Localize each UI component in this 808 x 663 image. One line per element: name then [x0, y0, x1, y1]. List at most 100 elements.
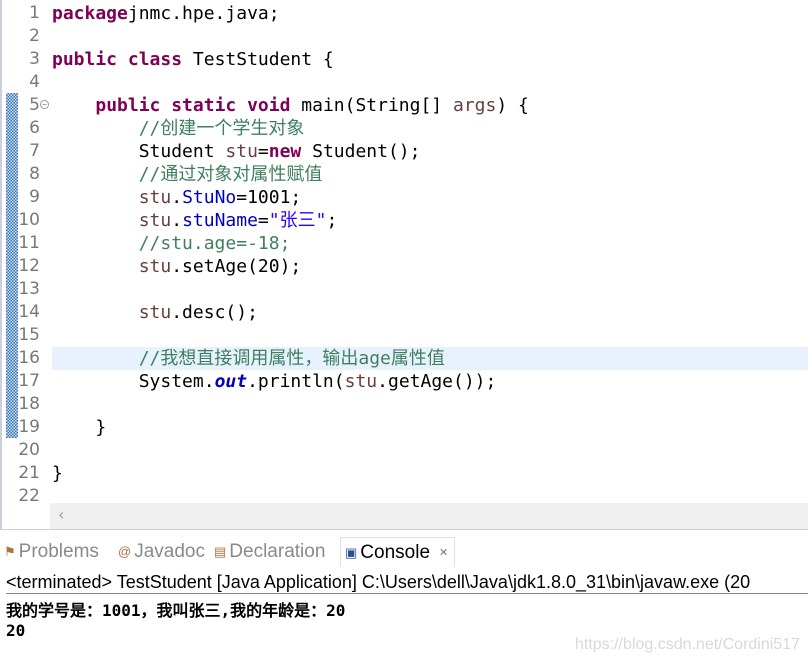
code-token: = [257, 210, 269, 231]
code-editor[interactable]: 1 packagejnmc.hpe.java; 2 3 public class Te… [0, 0, 808, 530]
code-line[interactable]: 11 //stu.age=-18; [2, 232, 808, 255]
code-token: stu [52, 187, 172, 208]
code-token: //stu.age=-18; [52, 233, 291, 254]
code-token: = [257, 141, 269, 162]
code-token: TestStudent { [192, 49, 334, 70]
code-token: public class [52, 49, 193, 70]
line-number: 15 [18, 325, 40, 345]
tab-console[interactable]: ▣ Console ✕ [340, 537, 456, 568]
watermark: https://blog.csdn.net/Cordini517 [574, 636, 800, 653]
code-text: public class TestStudent { [52, 48, 808, 71]
close-icon[interactable]: ✕ [439, 538, 448, 568]
line-number: 20 [18, 440, 40, 460]
code-token: =1001; [236, 187, 302, 208]
code-text: stu.StuNo=1001; [52, 186, 808, 209]
code-token: stuName [182, 210, 258, 231]
code-token: public static void [95, 95, 302, 116]
horizontal-scrollbar[interactable]: ‹ [50, 503, 808, 529]
code-token: StuNo [182, 187, 237, 208]
code-token: .setAge(20); [171, 256, 302, 277]
code-line[interactable]: 7 Student stu=new Student(); [2, 140, 808, 163]
line-number: 4 [29, 72, 40, 92]
code-token: .getAge()); [377, 371, 497, 392]
line-number: 7 [29, 141, 40, 161]
code-line[interactable]: 6 //创建一个学生对象 [2, 117, 808, 140]
code-line[interactable]: 21} [2, 462, 808, 485]
code-line[interactable]: 20 [2, 439, 808, 462]
code-text: //我想直接调用属性，输出age属性值 [52, 347, 808, 370]
console-tab-bar: ⚑ Problems @ Javadoc ▤ Declaration ▣ Console ✕ [0, 537, 808, 567]
tab-label: Javadoc [134, 541, 205, 562]
code-line[interactable]: 14 stu.desc(); [2, 301, 808, 324]
code-line[interactable]: 1 packagejnmc.hpe.java; [2, 2, 808, 25]
code-token: jnmc.hpe.java; [127, 3, 280, 24]
code-token: } [52, 417, 107, 438]
code-token: ; [326, 210, 338, 231]
code-token: stu [225, 141, 258, 162]
code-line[interactable]: 13 [2, 278, 808, 301]
line-number: 6 [29, 118, 40, 138]
code-line[interactable]: 8 //通过对象对属性赋值 [2, 163, 808, 186]
code-line[interactable]: 9 stu.StuNo=1001; [2, 186, 808, 209]
code-token: //我想直接调用属性，输出age属性值 [52, 348, 445, 369]
code-token: //创建一个学生对象 [52, 118, 305, 139]
line-number: 14 [18, 302, 40, 322]
code-line[interactable]: 16 //我想直接调用属性，输出age属性值 [2, 347, 808, 370]
code-text: stu.setAge(20); [52, 255, 808, 278]
line-number: 22 [18, 486, 40, 506]
line-number: 2 [29, 26, 40, 46]
code-token: .desc(); [171, 302, 258, 323]
code-text: stu.stuName="张三"; [52, 209, 808, 232]
code-text: public static void main(String[] args) { [52, 94, 808, 117]
code-line[interactable]: 17 System.out.println(stu.getAge()); [2, 370, 808, 393]
line-number: 21 [18, 463, 40, 483]
console-output-line: 20 [6, 621, 26, 640]
tab-label: Problems [18, 541, 99, 562]
code-token: } [52, 463, 63, 484]
code-line[interactable]: 18 [2, 393, 808, 416]
code-text: //通过对象对属性赋值 [52, 163, 808, 186]
code-token: System. [52, 371, 215, 392]
tab-declaration[interactable]: ▤ Declaration [214, 537, 325, 567]
code-line[interactable]: 2 [2, 25, 808, 48]
code-token: new [268, 141, 302, 162]
tab-problems[interactable]: ⚑ Problems [4, 537, 99, 567]
line-number: 3 [29, 49, 40, 69]
line-number: 11 [18, 233, 40, 253]
code-text: System.out.println(stu.getAge()); [52, 370, 808, 393]
fold-toggle-icon[interactable]: − [40, 100, 49, 109]
code-line[interactable]: 15 [2, 324, 808, 347]
code-token: ) { [496, 95, 529, 116]
tab-label: Declaration [229, 541, 326, 562]
code-token: stu [52, 210, 172, 231]
tab-label: Console [360, 541, 431, 563]
scroll-left-icon[interactable]: ‹ [58, 505, 64, 524]
code-token: stu [52, 256, 172, 277]
code-token: .println( [247, 371, 345, 392]
code-line[interactable]: 3 public class TestStudent { [2, 48, 808, 71]
code-line[interactable]: 10 stu.stuName="张三"; [2, 209, 808, 232]
code-line[interactable]: 12 stu.setAge(20); [2, 255, 808, 278]
code-line[interactable]: 19 } [2, 416, 808, 439]
code-token: stu [52, 302, 172, 323]
tab-javadoc[interactable]: @ Javadoc [118, 537, 205, 567]
problems-icon: ⚑ [4, 544, 16, 559]
code-text: packagejnmc.hpe.java; [52, 2, 808, 25]
line-number: 12 [18, 256, 40, 276]
line-number: 13 [18, 279, 40, 299]
line-number: 18 [18, 394, 40, 414]
console-status: <terminated> TestStudent [Java Applicati… [6, 570, 808, 594]
console-output-line: 我的学号是：1001，我叫张三,我的年龄是：20 [6, 601, 346, 620]
code-text: } [52, 416, 808, 439]
code-line[interactable]: 4 [2, 71, 808, 94]
line-number: 17 [18, 371, 40, 391]
code-token: . [171, 210, 183, 231]
code-line[interactable]: 5− public static void main(String[] args… [2, 94, 808, 117]
code-token: "张三" [268, 210, 327, 231]
console-icon: ▣ [345, 544, 358, 560]
